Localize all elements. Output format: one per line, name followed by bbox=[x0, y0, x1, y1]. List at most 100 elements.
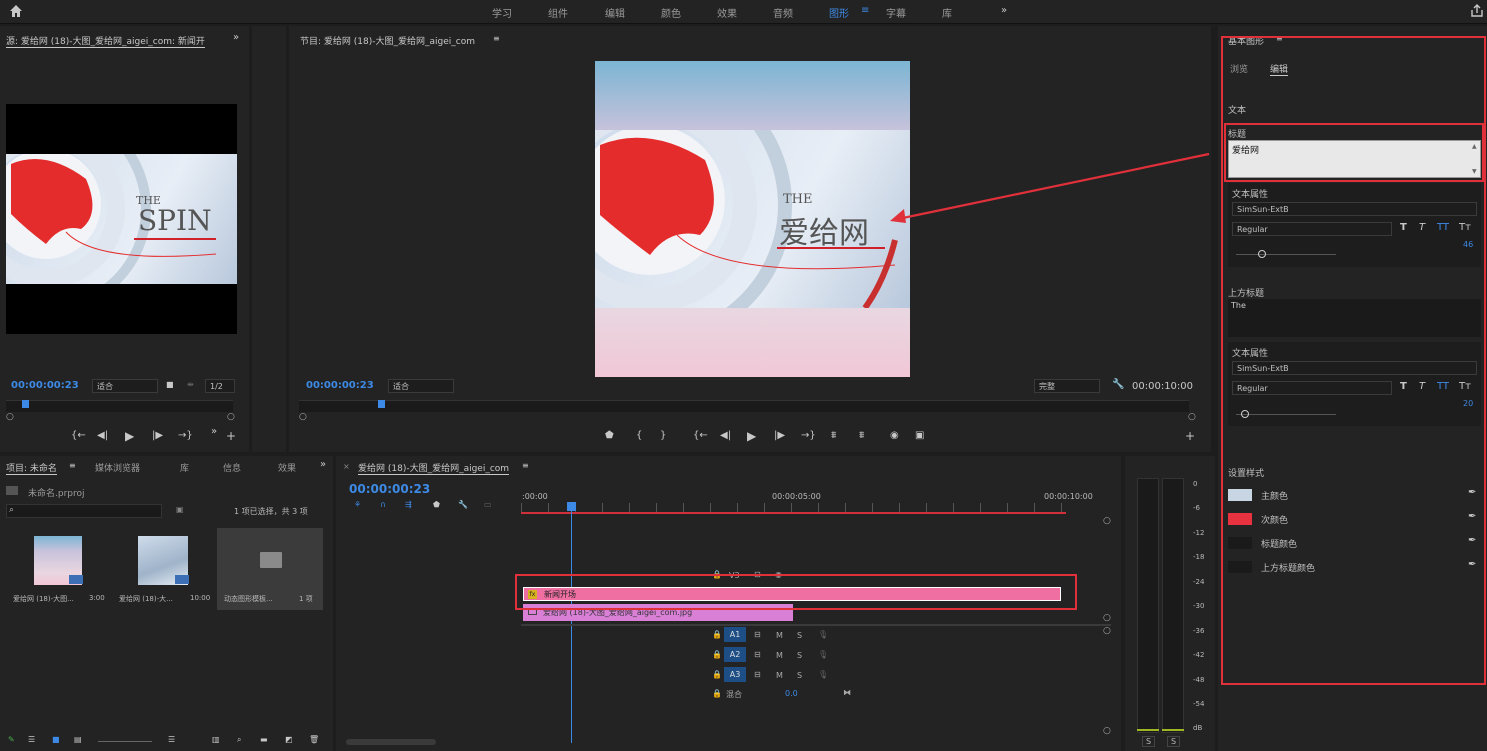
snap-icon[interactable]: ∩ bbox=[380, 500, 386, 509]
mic-icon[interactable]: 🎙 bbox=[818, 650, 828, 659]
project-search-input[interactable] bbox=[6, 504, 162, 518]
sync-lock-icon[interactable]: ⊟ bbox=[754, 670, 761, 679]
workspace-learn[interactable]: 学习 bbox=[492, 5, 512, 20]
workspace-edit[interactable]: 编辑 bbox=[605, 5, 625, 20]
step-back-icon[interactable]: ◀| bbox=[720, 430, 731, 441]
program-playhead[interactable] bbox=[378, 400, 385, 408]
project-menu-icon[interactable]: ≡ bbox=[69, 461, 76, 470]
comparison-view-icon[interactable]: ▣ bbox=[915, 430, 924, 441]
delete-icon[interactable]: 🗑 bbox=[309, 735, 319, 744]
lift-icon[interactable]: ⩩ bbox=[831, 430, 836, 441]
play-icon[interactable]: ▶ bbox=[747, 429, 756, 443]
timeline-timecode[interactable]: 00:00:00:23 bbox=[349, 482, 430, 496]
home-icon[interactable] bbox=[9, 4, 23, 18]
project-item-3[interactable]: 动态图形模板... 1 项 bbox=[217, 528, 323, 610]
program-settings-icon[interactable]: 🔧 bbox=[1112, 379, 1124, 390]
new-item-icon[interactable]: ◩ bbox=[285, 735, 293, 744]
solo-button[interactable]: S bbox=[797, 631, 802, 640]
mark-in-icon[interactable]: { bbox=[636, 430, 642, 441]
timeline-hscroll[interactable] bbox=[346, 739, 436, 745]
mic-icon[interactable]: 🎙 bbox=[818, 670, 828, 679]
source-fit-dropdown[interactable]: 适合 bbox=[92, 379, 158, 393]
write-protect-icon[interactable]: ✎ bbox=[8, 735, 15, 744]
panel-overflow-icon[interactable]: » bbox=[233, 32, 239, 43]
source-monitor-title[interactable]: 源: 爱给网 (18)-大图_爱给网_aigei_com: 新闻开 bbox=[6, 34, 205, 48]
source-playhead[interactable] bbox=[22, 400, 29, 408]
add-marker-timeline-icon[interactable]: ⬟ bbox=[433, 500, 440, 509]
sort-icon[interactable]: ☰ bbox=[168, 735, 175, 744]
source-drop-icon[interactable]: ⇼ bbox=[187, 380, 194, 389]
timeline-vscroll-v-bottom[interactable]: ○ bbox=[1103, 613, 1111, 623]
program-menu-icon[interactable]: ≡ bbox=[493, 34, 500, 43]
lock-icon[interactable]: 🔒 bbox=[712, 630, 722, 639]
solo-left-button[interactable]: S bbox=[1142, 736, 1156, 747]
timeline-menu-icon[interactable]: ≡ bbox=[522, 461, 529, 470]
nest-icon[interactable]: ⚘ bbox=[354, 500, 361, 509]
workspace-menu-icon[interactable]: ≡ bbox=[861, 5, 869, 16]
project-item-2[interactable]: 爱给网 (18)-大... 10:00 bbox=[112, 528, 214, 610]
track-a1-label[interactable]: A1 bbox=[724, 627, 746, 642]
sync-lock-icon[interactable]: ⊟ bbox=[754, 650, 761, 659]
tab-info[interactable]: 信息 bbox=[223, 461, 241, 474]
program-zoom-start[interactable]: ○ bbox=[299, 412, 307, 422]
program-timecode[interactable]: 00:00:00:23 bbox=[306, 380, 374, 391]
go-to-in-icon[interactable]: {← bbox=[693, 430, 708, 441]
extract-icon[interactable]: ⩩ bbox=[859, 430, 864, 441]
lock-icon[interactable]: 🔒 bbox=[712, 650, 722, 659]
work-area-bar[interactable] bbox=[521, 512, 1066, 514]
workspace-captions[interactable]: 字幕 bbox=[886, 5, 906, 20]
program-monitor-title[interactable]: 节目: 爱给网 (18)-大图_爱给网_aigei_com bbox=[300, 34, 475, 47]
source-settings-icon[interactable]: ■ bbox=[166, 380, 174, 389]
add-marker-icon[interactable]: ⬟ bbox=[605, 430, 614, 441]
timeline-vscroll-top[interactable]: ○ bbox=[1103, 516, 1111, 526]
timeline-vscroll-a-top[interactable]: ○ bbox=[1103, 626, 1111, 636]
source-step-back-icon[interactable]: ◀| bbox=[97, 430, 108, 441]
mark-out-icon[interactable]: } bbox=[660, 430, 666, 441]
captions-icon[interactable]: ▭ bbox=[484, 500, 492, 509]
project-overflow-icon[interactable]: » bbox=[320, 459, 326, 470]
mix-end-icon[interactable]: ⧓ bbox=[843, 688, 851, 697]
freeform-view-icon[interactable]: ▤ bbox=[74, 735, 82, 744]
source-zoom-start[interactable]: ○ bbox=[6, 412, 14, 422]
tab-media-browser[interactable]: 媒体浏览器 bbox=[95, 461, 140, 474]
go-to-out-icon[interactable]: →} bbox=[801, 430, 816, 441]
track-a2-label[interactable]: A2 bbox=[724, 647, 746, 662]
solo-button[interactable]: S bbox=[797, 651, 802, 660]
program-zoom-end[interactable]: ○ bbox=[1188, 412, 1196, 422]
track-a3-label[interactable]: A3 bbox=[724, 667, 746, 682]
sync-lock-icon[interactable]: ⊟ bbox=[754, 630, 761, 639]
automate-icon[interactable]: ▥ bbox=[212, 735, 220, 744]
mic-icon[interactable]: 🎙 bbox=[818, 630, 828, 639]
tab-project[interactable]: 项目: 未命名 bbox=[6, 461, 57, 475]
workspace-libraries[interactable]: 库 bbox=[942, 5, 952, 20]
source-step-forward-icon[interactable]: |▶ bbox=[152, 430, 163, 441]
workspace-assembly[interactable]: 组件 bbox=[548, 5, 568, 20]
export-frame-icon[interactable]: ◉ bbox=[890, 430, 899, 441]
icon-view-icon[interactable]: ■ bbox=[52, 735, 60, 744]
linked-selection-icon[interactable]: ⇶ bbox=[405, 500, 412, 509]
mute-button[interactable]: M bbox=[776, 651, 783, 660]
zoom-slider[interactable] bbox=[98, 741, 152, 742]
source-play-icon[interactable]: ▶ bbox=[125, 429, 134, 443]
workspace-audio[interactable]: 音频 bbox=[773, 5, 793, 20]
source-more-icon[interactable]: » bbox=[211, 426, 217, 437]
project-item-1[interactable]: 爱给网 (18)-大图... 3:00 bbox=[6, 528, 108, 610]
list-view-icon[interactable]: ☰ bbox=[28, 735, 35, 744]
program-fit-dropdown[interactable]: 适合 bbox=[388, 379, 454, 393]
workspace-graphics[interactable]: 图形 bbox=[829, 5, 849, 20]
program-scrubber[interactable] bbox=[299, 400, 1189, 412]
solo-button[interactable]: S bbox=[797, 671, 802, 680]
mute-button[interactable]: M bbox=[776, 631, 783, 640]
source-add-icon[interactable]: + bbox=[226, 429, 236, 443]
lock-icon[interactable]: 🔒 bbox=[712, 670, 722, 679]
mute-button[interactable]: M bbox=[776, 671, 783, 680]
solo-right-button[interactable]: S bbox=[1167, 736, 1181, 747]
source-scrubber[interactable] bbox=[6, 400, 233, 412]
program-quality-dropdown[interactable]: 完整 bbox=[1034, 379, 1100, 393]
timeline-settings-icon[interactable]: 🔧 bbox=[458, 500, 468, 509]
tab-effects[interactable]: 效果 bbox=[278, 461, 296, 474]
workspace-color[interactable]: 颜色 bbox=[661, 5, 681, 20]
source-timecode[interactable]: 00:00:00:23 bbox=[11, 380, 79, 391]
source-resolution-dropdown[interactable]: 1/2 bbox=[205, 379, 235, 393]
source-zoom-end[interactable]: ○ bbox=[227, 412, 235, 422]
